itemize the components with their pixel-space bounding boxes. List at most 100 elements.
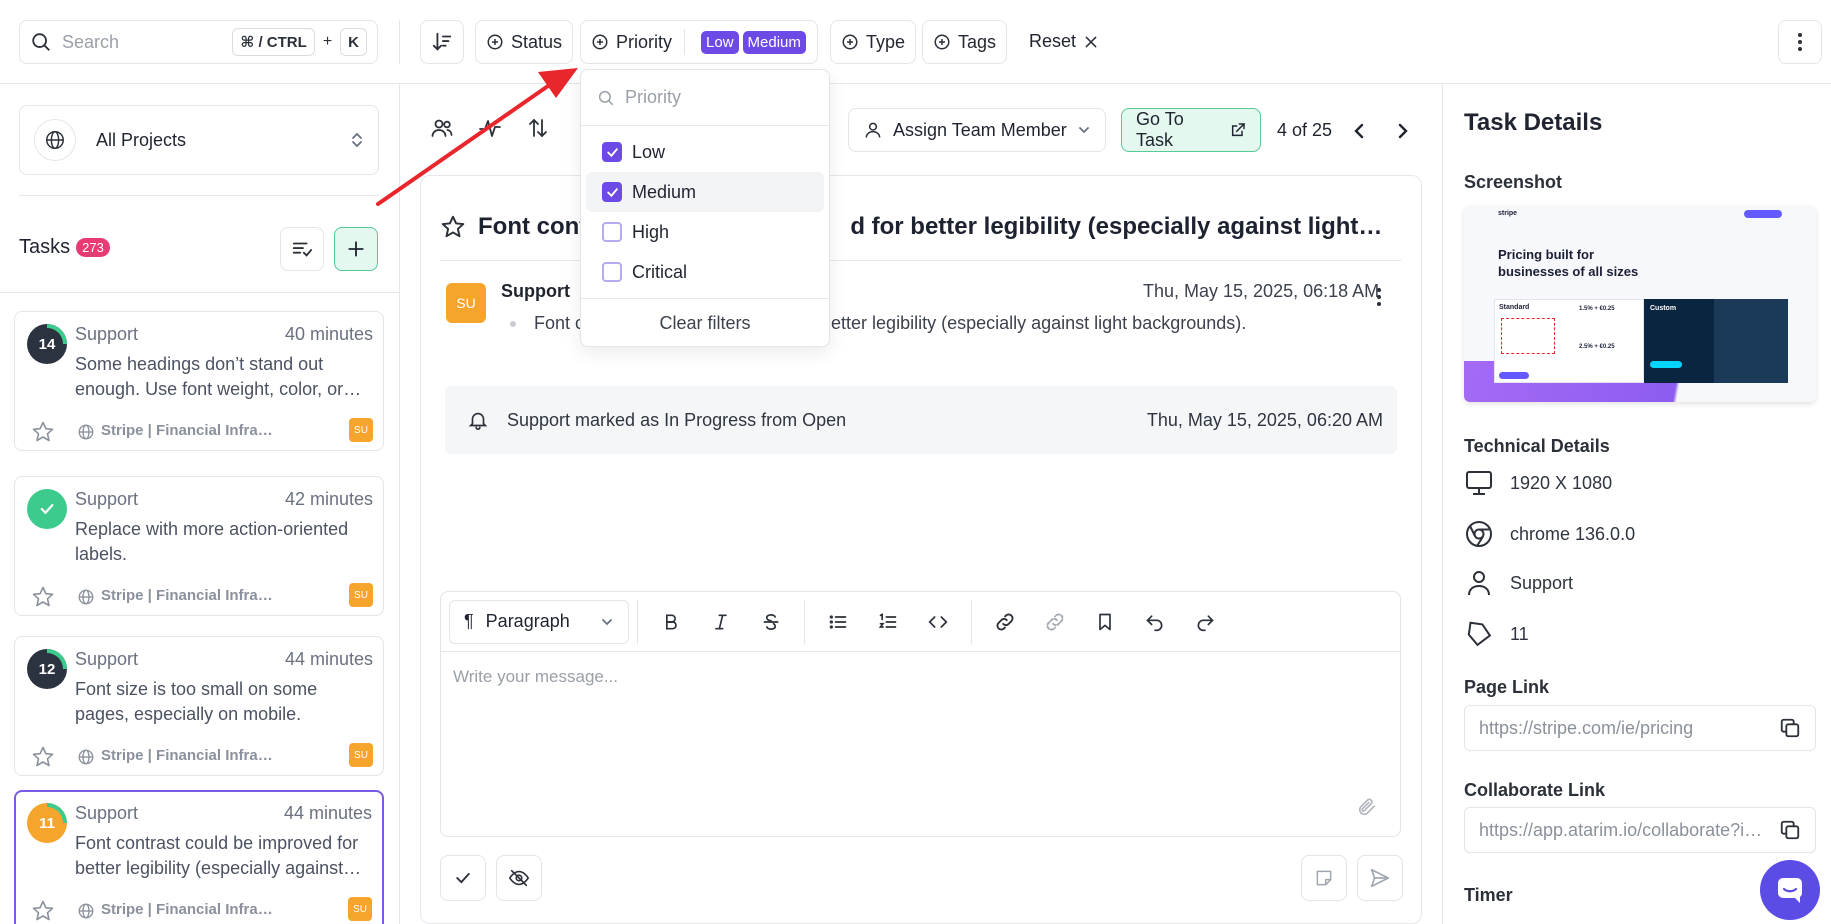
checkbox-checked[interactable] <box>602 142 622 162</box>
task-time: 44 minutes <box>283 803 372 823</box>
priority-badge-low: Low <box>701 30 739 54</box>
bookmark-icon[interactable] <box>1080 600 1130 644</box>
project-selector[interactable]: All Projects <box>19 105 379 175</box>
priority-option-critical[interactable]: Critical <box>586 252 824 292</box>
task-card[interactable]: 12 Support 44 minutes Font size is too s… <box>14 636 384 776</box>
strikethrough-icon[interactable] <box>746 600 796 644</box>
message-input[interactable]: Write your message... <box>453 667 618 687</box>
editor-actions-left <box>440 855 542 901</box>
list-check-icon <box>291 238 313 260</box>
checkbox-unchecked[interactable] <box>602 262 622 282</box>
mark-complete-button[interactable] <box>440 855 486 901</box>
unlink-icon[interactable] <box>1030 600 1080 644</box>
numbered-list-icon[interactable] <box>863 600 913 644</box>
page-link-field[interactable]: https://stripe.com/ie/pricing <box>1464 705 1816 751</box>
checkbox-unchecked[interactable] <box>602 222 622 242</box>
chevron-down-icon <box>1077 123 1091 137</box>
shortcut-key-k: K <box>340 28 367 56</box>
status-filter[interactable]: Status <box>475 20 574 64</box>
checkbox-checked[interactable] <box>602 182 622 202</box>
check-icon <box>456 872 470 884</box>
more-menu-button[interactable] <box>1778 20 1822 64</box>
bullet-list-icon[interactable] <box>813 600 863 644</box>
user-icon <box>863 120 883 140</box>
collaborate-link-field[interactable]: https://app.atarim.io/collaborate?i… <box>1464 807 1816 853</box>
resolution-row: 1920 X 1080 <box>1464 470 1612 496</box>
reset-button[interactable]: Reset <box>1029 31 1098 52</box>
paperclip-icon[interactable] <box>1356 796 1378 818</box>
task-title: Support <box>75 489 139 509</box>
sort-icon <box>431 31 453 53</box>
star-icon[interactable] <box>31 745 55 769</box>
preview-plan-standard: Standard <box>1499 304 1530 311</box>
globe-icon <box>77 902 95 920</box>
pilcrow-icon: ¶ <box>464 611 474 631</box>
comment-text-end: etter legibility (especially against lig… <box>831 313 1247 333</box>
plus-circle-icon <box>841 33 859 51</box>
star-icon[interactable] <box>31 585 55 609</box>
priority-search[interactable]: Priority <box>581 70 829 126</box>
bell-icon <box>467 409 489 431</box>
activity-date: Thu, May 15, 2025, 06:20 AM <box>1146 409 1383 430</box>
italic-icon[interactable] <box>696 600 746 644</box>
tags-filter[interactable]: Tags <box>922 20 1008 64</box>
toolbar-divider <box>804 599 805 644</box>
bold-icon[interactable] <box>646 600 696 644</box>
redo-icon[interactable] <box>1180 600 1230 644</box>
close-icon <box>1084 35 1098 49</box>
assignee-avatar: SU <box>349 583 373 607</box>
chrome-icon <box>1464 520 1494 548</box>
chevron-right-icon[interactable] <box>1396 122 1410 140</box>
tasks-heading: Tasks 273 <box>19 236 110 259</box>
clear-filters-button[interactable]: Clear filters <box>581 298 829 348</box>
search-box[interactable]: Search ⌘ / CTRL + K <box>19 20 378 64</box>
comment-text-start: Font c <box>534 313 585 333</box>
type-filter[interactable]: Type <box>830 20 917 64</box>
star-icon[interactable] <box>31 899 55 923</box>
assign-team-member-dropdown[interactable]: Assign Team Member <box>848 108 1106 152</box>
toolbar-divider <box>399 20 400 64</box>
task-card-selected[interactable]: 11 Support 44 minutes Font contrast coul… <box>14 790 384 924</box>
note-button[interactable] <box>1301 855 1347 901</box>
copy-icon[interactable] <box>1779 717 1801 739</box>
priority-option-label: High <box>632 221 670 242</box>
search-input[interactable]: Search <box>62 32 232 53</box>
globe-icon <box>77 748 95 766</box>
undo-icon[interactable] <box>1130 600 1180 644</box>
paragraph-label: Paragraph <box>485 611 570 631</box>
activity-entry: Support marked as In Progress from Open … <box>445 386 1397 454</box>
link-icon[interactable] <box>980 600 1030 644</box>
star-icon[interactable] <box>31 420 55 444</box>
comment-menu-icon[interactable] <box>1376 287 1382 307</box>
progress-ring-icon <box>47 803 67 823</box>
copy-icon[interactable] <box>1779 819 1801 841</box>
screenshot-thumbnail[interactable]: stripe Pricing built for businesses of a… <box>1464 206 1816 402</box>
code-icon[interactable] <box>913 600 963 644</box>
priority-filter[interactable]: Priority Low Medium <box>580 20 818 64</box>
task-card[interactable]: Support 42 minutes Replace with more act… <box>14 476 384 616</box>
shortcut-key-ctrl: ⌘ / CTRL <box>232 28 315 56</box>
send-button[interactable] <box>1357 855 1403 901</box>
paragraph-style-dropdown[interactable]: ¶ Paragraph <box>449 599 629 644</box>
globe-icon <box>34 119 76 161</box>
priority-search-input[interactable]: Priority <box>625 87 681 108</box>
priority-option-high[interactable]: High <box>586 212 824 252</box>
search-icon <box>30 31 52 53</box>
star-icon[interactable] <box>440 214 466 240</box>
priority-option-label: Low <box>632 141 666 162</box>
plus-circle-icon <box>591 33 609 51</box>
browser-value: chrome 136.0.0 <box>1510 523 1636 544</box>
chevron-left-icon[interactable] <box>1352 122 1366 140</box>
task-list-options-button[interactable] <box>280 227 324 271</box>
chat-support-button[interactable] <box>1760 860 1820 920</box>
sort-button[interactable] <box>420 20 464 64</box>
task-title-end: d for better legibility (especially agai… <box>850 213 1383 240</box>
priority-option-medium[interactable]: Medium <box>586 172 824 212</box>
plus-icon <box>346 239 366 259</box>
tasks-count-badge: 273 <box>76 238 110 257</box>
task-card[interactable]: 14 Support 40 minutes Some headings don’… <box>14 311 384 451</box>
go-to-task-button[interactable]: Go To Task <box>1121 108 1261 152</box>
add-task-button[interactable] <box>334 227 378 271</box>
hide-button[interactable] <box>496 855 542 901</box>
priority-option-low[interactable]: Low <box>586 132 824 172</box>
